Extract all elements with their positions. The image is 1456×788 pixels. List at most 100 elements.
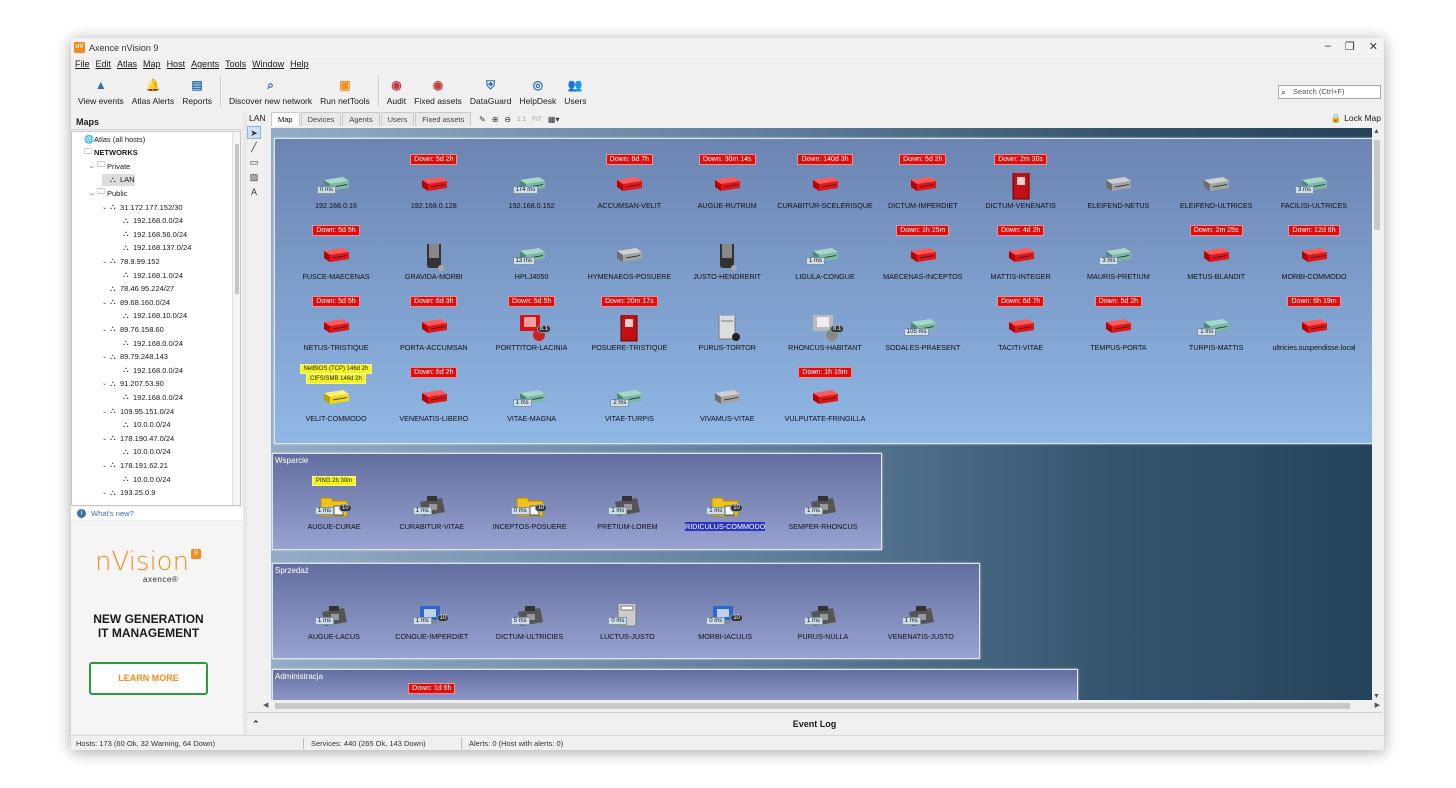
- host-item[interactable]: 0 ms LUCTUS-JUSTO: [578, 584, 676, 654]
- host-item[interactable]: 1 ms AUGUE-LACUS: [285, 584, 383, 654]
- host-item[interactable]: Down: 140d 3h CURABITUR-SCELERISQUE: [776, 153, 874, 223]
- menu-atlas[interactable]: Atlas: [117, 59, 137, 69]
- menu-agents[interactable]: Agents: [191, 59, 219, 69]
- menu-map[interactable]: Map: [143, 59, 161, 69]
- host-item[interactable]: Down: 2m 25s METUS-BLANDIT: [1167, 224, 1265, 294]
- text-tool-icon[interactable]: A: [247, 186, 261, 199]
- host-item[interactable]: Down: 6d 3h PORTA-ACCUMSAN: [385, 295, 483, 365]
- tree-item[interactable]: ⛬ 192.168.0.0/24: [115, 391, 183, 403]
- zoom-1-1-button[interactable]: 1:1: [517, 116, 526, 123]
- host-item[interactable]: 8.1 RHONCUS-HABITANT: [776, 295, 874, 365]
- host-item[interactable]: 1 ms PRETIUM-LOREM: [578, 474, 676, 544]
- close-button[interactable]: ✕: [1369, 40, 1378, 53]
- zoom-out-icon[interactable]: ⊖: [504, 115, 511, 124]
- tree-item[interactable]: ⛬ 192.168.10.0/24: [115, 310, 187, 322]
- host-item[interactable]: NetBIOS (TCP) 146d 2h CIFS/SMB 146d 2h VEL…: [287, 364, 385, 436]
- minimize-button[interactable]: –: [1325, 40, 1331, 53]
- tree-item[interactable]: ⛬ 10.0.0.0/24: [115, 446, 171, 458]
- tree-item[interactable]: ⛬ LAN: [102, 173, 135, 186]
- host-item[interactable]: 5 ms DICTUM-ULTRICIES: [481, 584, 579, 654]
- tab-users[interactable]: Users: [380, 112, 415, 126]
- host-item[interactable]: [285, 682, 383, 700]
- host-item[interactable]: 3 ms FACILISI-ULTRICES: [1265, 153, 1363, 223]
- host-item[interactable]: 1 ms TURPIS-MATTIS: [1167, 295, 1265, 365]
- pointer-tool-icon[interactable]: ➤: [247, 126, 261, 139]
- host-item[interactable]: Down: 2m 30s DICTUM-VENENATIS: [972, 153, 1070, 223]
- expand-icon[interactable]: ⌄: [102, 326, 110, 333]
- tree-item[interactable]: ⌄ ⛬ 178.190.47.0/24: [102, 432, 174, 444]
- expand-icon[interactable]: ⌄: [102, 258, 110, 265]
- map-horizontal-scrollbar[interactable]: ◀ ▶: [261, 701, 1382, 711]
- host-item[interactable]: PURUS-TORTOR: [678, 295, 776, 365]
- menu-tools[interactable]: Tools: [225, 59, 246, 69]
- tree-item[interactable]: ⛬ 192.168.1.0/24: [115, 269, 183, 281]
- host-item[interactable]: Down: 5d 5h FUSCE-MAECENAS: [287, 224, 385, 294]
- expand-icon[interactable]: ⌄: [102, 353, 110, 360]
- tab-fixed-assets[interactable]: Fixed assets: [415, 112, 472, 126]
- tree-item[interactable]: ⛬ 10.0.0.0/24: [115, 419, 171, 431]
- host-item[interactable]: Down: 6d 7h ACCUMSAN-VELIT: [580, 153, 678, 223]
- toolbar-atlas-alerts-button[interactable]: 🔔 Atlas Alerts: [128, 72, 179, 106]
- host-item[interactable]: Down: 4d 2h MATTIS-INTEGER: [972, 224, 1070, 294]
- tree-item[interactable]: ⛬ 10.0.0.0/24: [115, 473, 171, 485]
- whats-new-link[interactable]: i What's new?: [71, 507, 243, 520]
- expand-icon[interactable]: ⌄: [102, 408, 110, 415]
- host-item[interactable]: PING 2h 30m 1 ms 10 AUGUE-CURAE: [285, 474, 383, 544]
- host-item[interactable]: Down: 12d 6h MORBI-COMMODO: [1265, 224, 1363, 294]
- tree-item[interactable]: ⌄ ⛬ 91.207.53.90: [102, 378, 164, 390]
- event-log-bar[interactable]: ⌃ Event Log: [247, 712, 1382, 734]
- edit-icon[interactable]: ✎: [479, 115, 486, 124]
- host-item[interactable]: 0 ms 10 INCEPTOS-POSUERE: [481, 474, 579, 544]
- grid-icon[interactable]: ▦▾: [548, 115, 560, 124]
- menu-edit[interactable]: Edit: [96, 59, 112, 69]
- tree-item[interactable]: ⌄ ⛬ 89.76.158.60: [102, 323, 164, 335]
- menu-file[interactable]: File: [75, 59, 90, 69]
- expand-icon[interactable]: ⌄: [89, 190, 97, 197]
- host-item[interactable]: 1 ms VITAE-MAGNA: [483, 366, 581, 436]
- toolbar-helpdesk-button[interactable]: ◎ HelpDesk: [515, 72, 560, 106]
- host-item[interactable]: Down: 1d 6h: [383, 682, 481, 700]
- restore-button[interactable]: ❐: [1345, 40, 1355, 53]
- line-tool-icon[interactable]: ╱: [247, 141, 261, 154]
- host-item[interactable]: 1 ms LIGULA-CONGUE: [776, 224, 874, 294]
- host-item[interactable]: GRAVIDA-MORBI: [385, 224, 483, 294]
- tree-item[interactable]: 🌐 Atlas (all hosts): [76, 133, 145, 145]
- host-item[interactable]: 1 ms SEMPER-RHONCUS: [774, 474, 872, 544]
- toolbar-view-events-button[interactable]: ▲ View events: [74, 72, 128, 106]
- toolbar-fixed-assets-button[interactable]: ◉ Fixed assets: [410, 72, 466, 106]
- toolbar-discover-new-network-button[interactable]: ⌕ Discover new network: [225, 72, 316, 106]
- tree-item[interactable]: ⛬ 192.168.0.0/24: [115, 364, 183, 376]
- fit-button[interactable]: FIT: [532, 116, 542, 123]
- host-item[interactable]: 1 ms 10 CONGUE-IMPERDIET: [383, 584, 481, 654]
- tree-item[interactable]: ⛬ 192.168.137.0/24: [115, 242, 191, 254]
- host-item[interactable]: Down: 6d 2h VENENATIS-LIBERO: [385, 366, 483, 436]
- tree-item[interactable]: 🗀 NETWORKS: [76, 147, 138, 159]
- host-item[interactable]: 174 ms 192.168.0.152: [483, 153, 581, 223]
- tree-item[interactable]: ⛬ 192.168.0.0/24: [115, 215, 183, 227]
- lock-map-button[interactable]: 🔒 Lock Map: [1331, 113, 1381, 124]
- expand-icon[interactable]: ⌄: [102, 435, 110, 442]
- tree-item[interactable]: ⌄ ⛬ 78.9.99.152: [102, 255, 160, 267]
- rectangle-tool-icon[interactable]: ▭: [247, 156, 261, 169]
- host-item[interactable]: Down: 1h 25m MAECENAS-INCEPTOS: [874, 224, 972, 294]
- host-item[interactable]: Down: 6h 19m ultricies.suspendisse.local: [1265, 295, 1363, 365]
- host-item[interactable]: 2 ms VITAE-TURPIS: [580, 366, 678, 436]
- expand-icon[interactable]: ⌃: [252, 713, 260, 735]
- tree-item[interactable]: ⛬ 192.168.0.0/24: [115, 337, 183, 349]
- host-item[interactable]: 0 ms 192.168.0.16: [287, 153, 385, 223]
- map-vertical-scrollbar[interactable]: ▲ ▼: [1372, 128, 1382, 700]
- tree-item[interactable]: ⌄ 🗀 Private: [89, 160, 130, 172]
- host-item[interactable]: 0 ms 10 MORBI-IACULIS: [676, 584, 774, 654]
- image-tool-icon[interactable]: ▨: [247, 171, 261, 184]
- tree-item[interactable]: ⌄ ⛬ 31.172.177.152/30: [102, 201, 183, 213]
- learn-more-button[interactable]: LEARN MORE: [89, 662, 208, 695]
- host-item[interactable]: Down: 5d 2h TEMPUS-PORTA: [1069, 295, 1167, 365]
- host-item[interactable]: 1 ms CURABITUR-VITAE: [383, 474, 481, 544]
- host-item[interactable]: Down: 6d 7h TACITI-VITAE: [972, 295, 1070, 365]
- expand-icon[interactable]: ⌄: [102, 380, 110, 387]
- expand-icon[interactable]: ⌄: [89, 163, 97, 170]
- host-item[interactable]: 3 ms MAURIS-PRETIUM: [1069, 224, 1167, 294]
- tree-item[interactable]: ⛬ 192.168.56.0/24: [115, 228, 187, 240]
- host-item[interactable]: JUSTO-HENDRERIT: [678, 224, 776, 294]
- tree-item[interactable]: ⛬ 78.46.95.224/27: [102, 283, 174, 295]
